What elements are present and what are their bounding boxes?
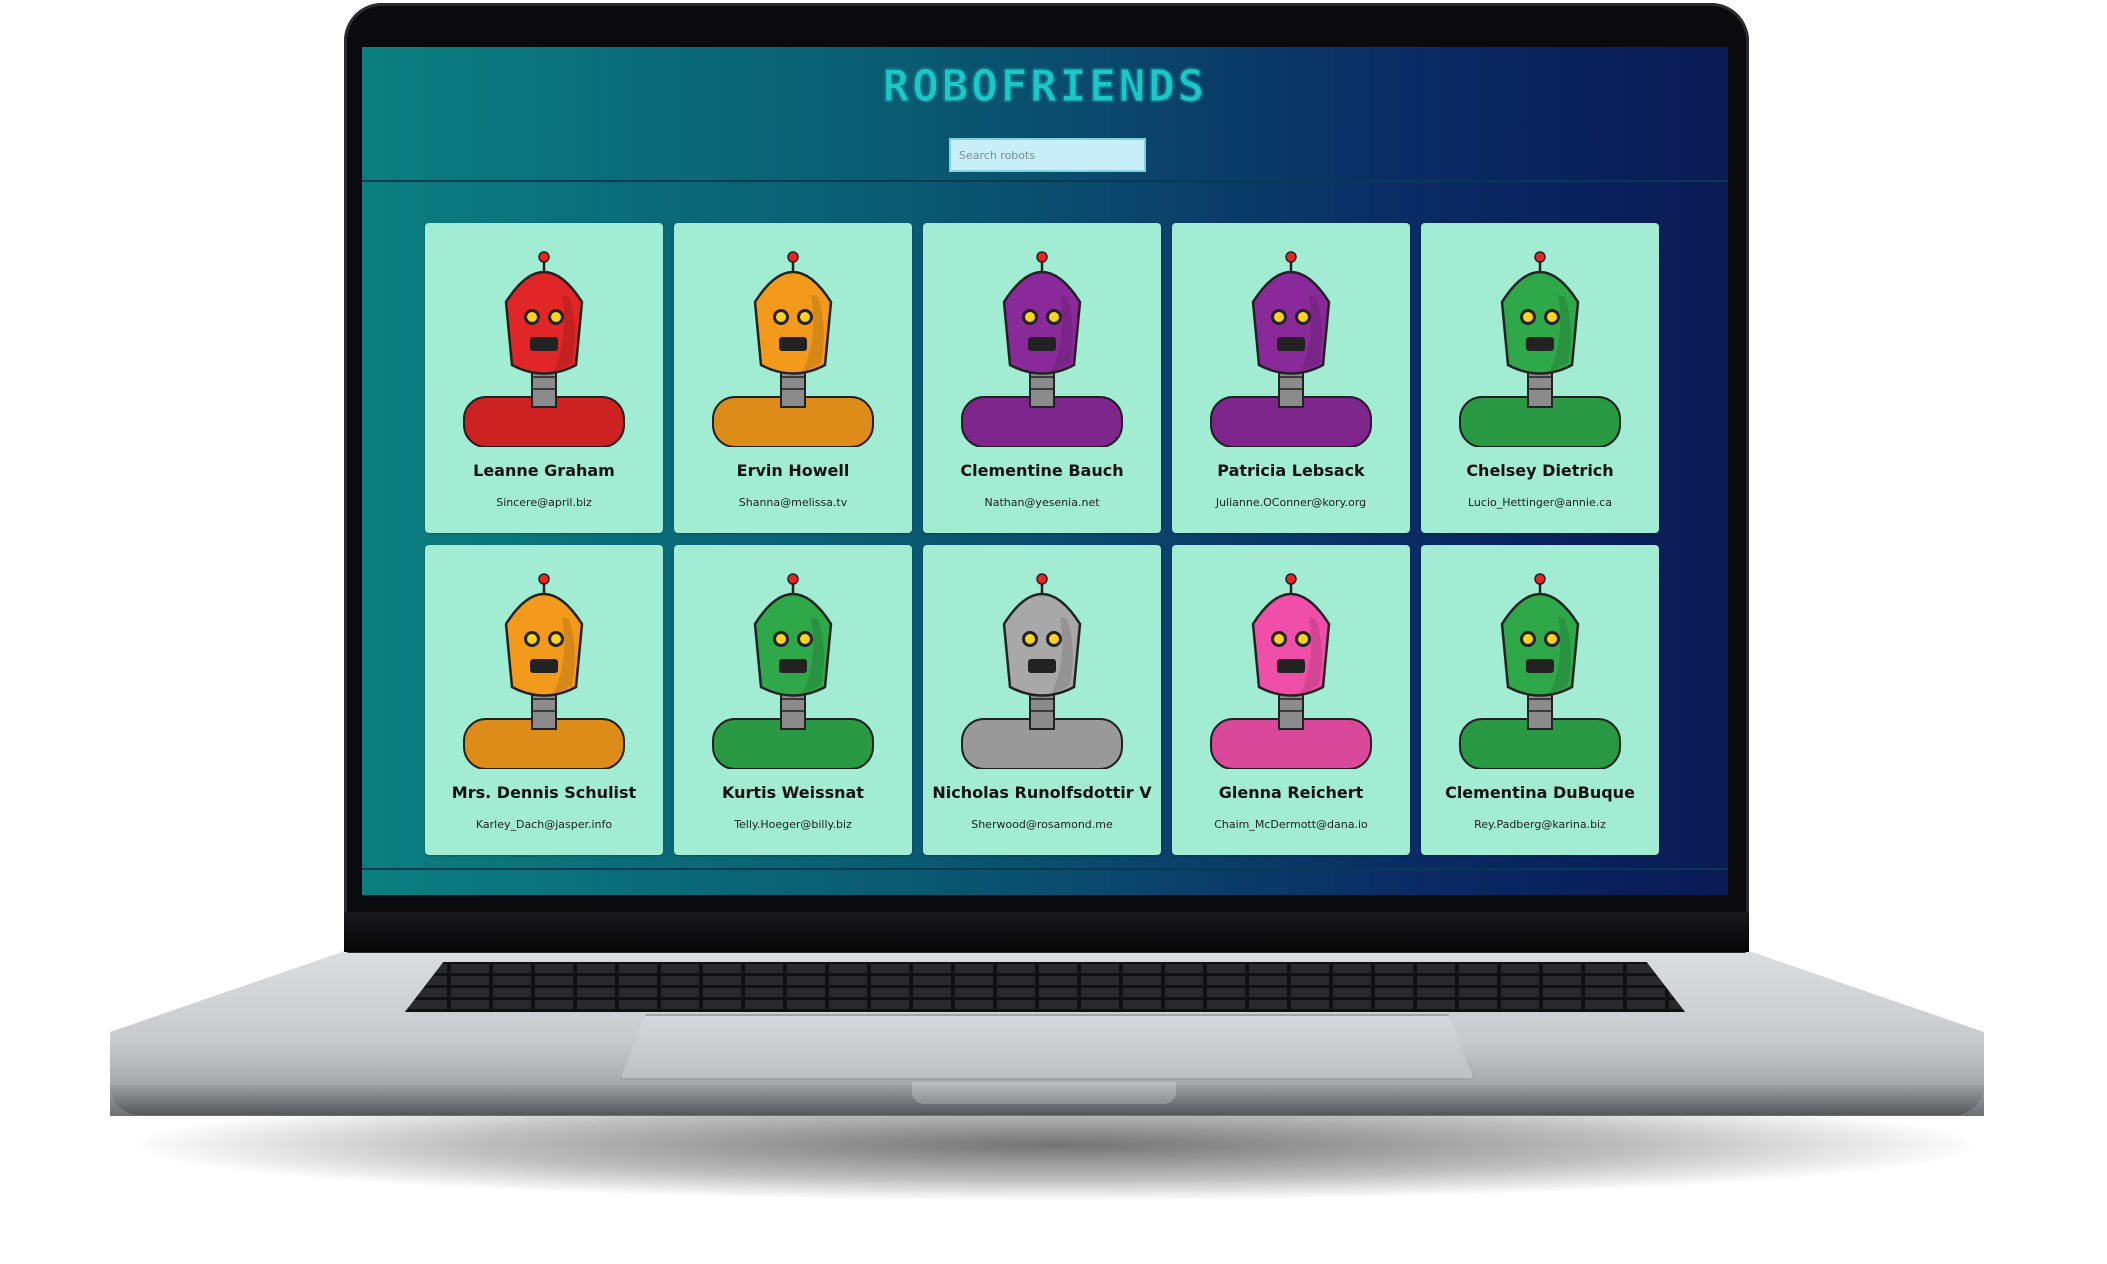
robot-name: Glenna Reichert [1218, 783, 1364, 802]
robot-image [923, 569, 1161, 769]
laptop-keyboard [405, 962, 1685, 1012]
robot-image [425, 569, 663, 769]
robot-card[interactable]: Clementine Bauch Nathan@yesenia.net [923, 223, 1161, 533]
robot-name: Leanne Graham [473, 461, 615, 480]
red-robot-icon [463, 251, 625, 447]
robot-email: Chaim_McDermott@dana.io [1214, 818, 1368, 831]
app-header: ROBOFRIENDS [362, 47, 1728, 182]
robot-image [1421, 569, 1659, 769]
robot-name: Ervin Howell [736, 461, 850, 480]
robot-name: Mrs. Dennis Schulist [451, 783, 637, 802]
robot-card[interactable]: Clementina DuBuque Rey.Padberg@karina.biz [1421, 545, 1659, 855]
robot-image [674, 247, 912, 447]
app-screen: ROBOFRIENDS Leanne Graham Sincere@april.b… [362, 47, 1728, 895]
robot-image [1421, 247, 1659, 447]
laptop-trackpad [620, 1014, 1474, 1080]
footer-divider [362, 868, 1728, 870]
orange-robot-icon [463, 573, 625, 769]
robot-name: Patricia Lebsack [1217, 461, 1365, 480]
robot-card[interactable]: Chelsey Dietrich Lucio_Hettinger@annie.ca [1421, 223, 1659, 533]
green-robot-icon [712, 573, 874, 769]
robot-name: Kurtis Weissnat [722, 783, 864, 802]
search-input[interactable] [949, 138, 1146, 172]
laptop-bezel-bottom [344, 912, 1749, 952]
robot-email: Nathan@yesenia.net [984, 496, 1100, 509]
robot-image [1172, 569, 1410, 769]
robot-image [1172, 247, 1410, 447]
robot-image [674, 569, 912, 769]
green-robot-icon [1459, 251, 1621, 447]
pink-robot-icon [1210, 573, 1372, 769]
laptop-notch [912, 1082, 1176, 1104]
robot-card[interactable]: Leanne Graham Sincere@april.biz [425, 223, 663, 533]
app-logo: ROBOFRIENDS [882, 61, 1208, 113]
orange-robot-icon [712, 251, 874, 447]
green-robot-icon [1459, 573, 1621, 769]
robot-email: Rey.Padberg@karina.biz [1474, 818, 1606, 831]
purple-robot-icon [961, 251, 1123, 447]
robot-name: Clementina DuBuque [1445, 783, 1635, 802]
robot-email: Julianne.OConner@kory.org [1215, 496, 1367, 509]
robot-image [923, 247, 1161, 447]
robot-card[interactable]: Glenna Reichert Chaim_McDermott@dana.io [1172, 545, 1410, 855]
robot-image [425, 247, 663, 447]
grey-robot-icon [961, 573, 1123, 769]
robot-name: Nicholas Runolfsdottir V [932, 783, 1152, 802]
robot-card[interactable]: Ervin Howell Shanna@melissa.tv [674, 223, 912, 533]
robot-email: Sincere@april.biz [496, 496, 592, 509]
robot-email: Telly.Hoeger@billy.biz [734, 818, 852, 831]
robot-email: Shanna@melissa.tv [738, 496, 848, 509]
robot-card[interactable]: Mrs. Dennis Schulist Karley_Dach@jasper.i… [425, 545, 663, 855]
robot-card[interactable]: Nicholas Runolfsdottir V Sherwood@rosamon… [923, 545, 1161, 855]
robot-card[interactable]: Patricia Lebsack Julianne.OConner@kory.or… [1172, 223, 1410, 533]
robot-email: Karley_Dach@jasper.info [475, 818, 613, 831]
robot-card[interactable]: Kurtis Weissnat Telly.Hoeger@billy.biz [674, 545, 912, 855]
robot-card-grid: Leanne Graham Sincere@april.biz Ervin How… [425, 223, 1665, 855]
robot-email: Sherwood@rosamond.me [971, 818, 1113, 831]
robot-name: Chelsey Dietrich [1466, 461, 1614, 480]
robot-name: Clementine Bauch [960, 461, 1124, 480]
robot-email: Lucio_Hettinger@annie.ca [1468, 496, 1612, 509]
purple-robot-icon [1210, 251, 1372, 447]
